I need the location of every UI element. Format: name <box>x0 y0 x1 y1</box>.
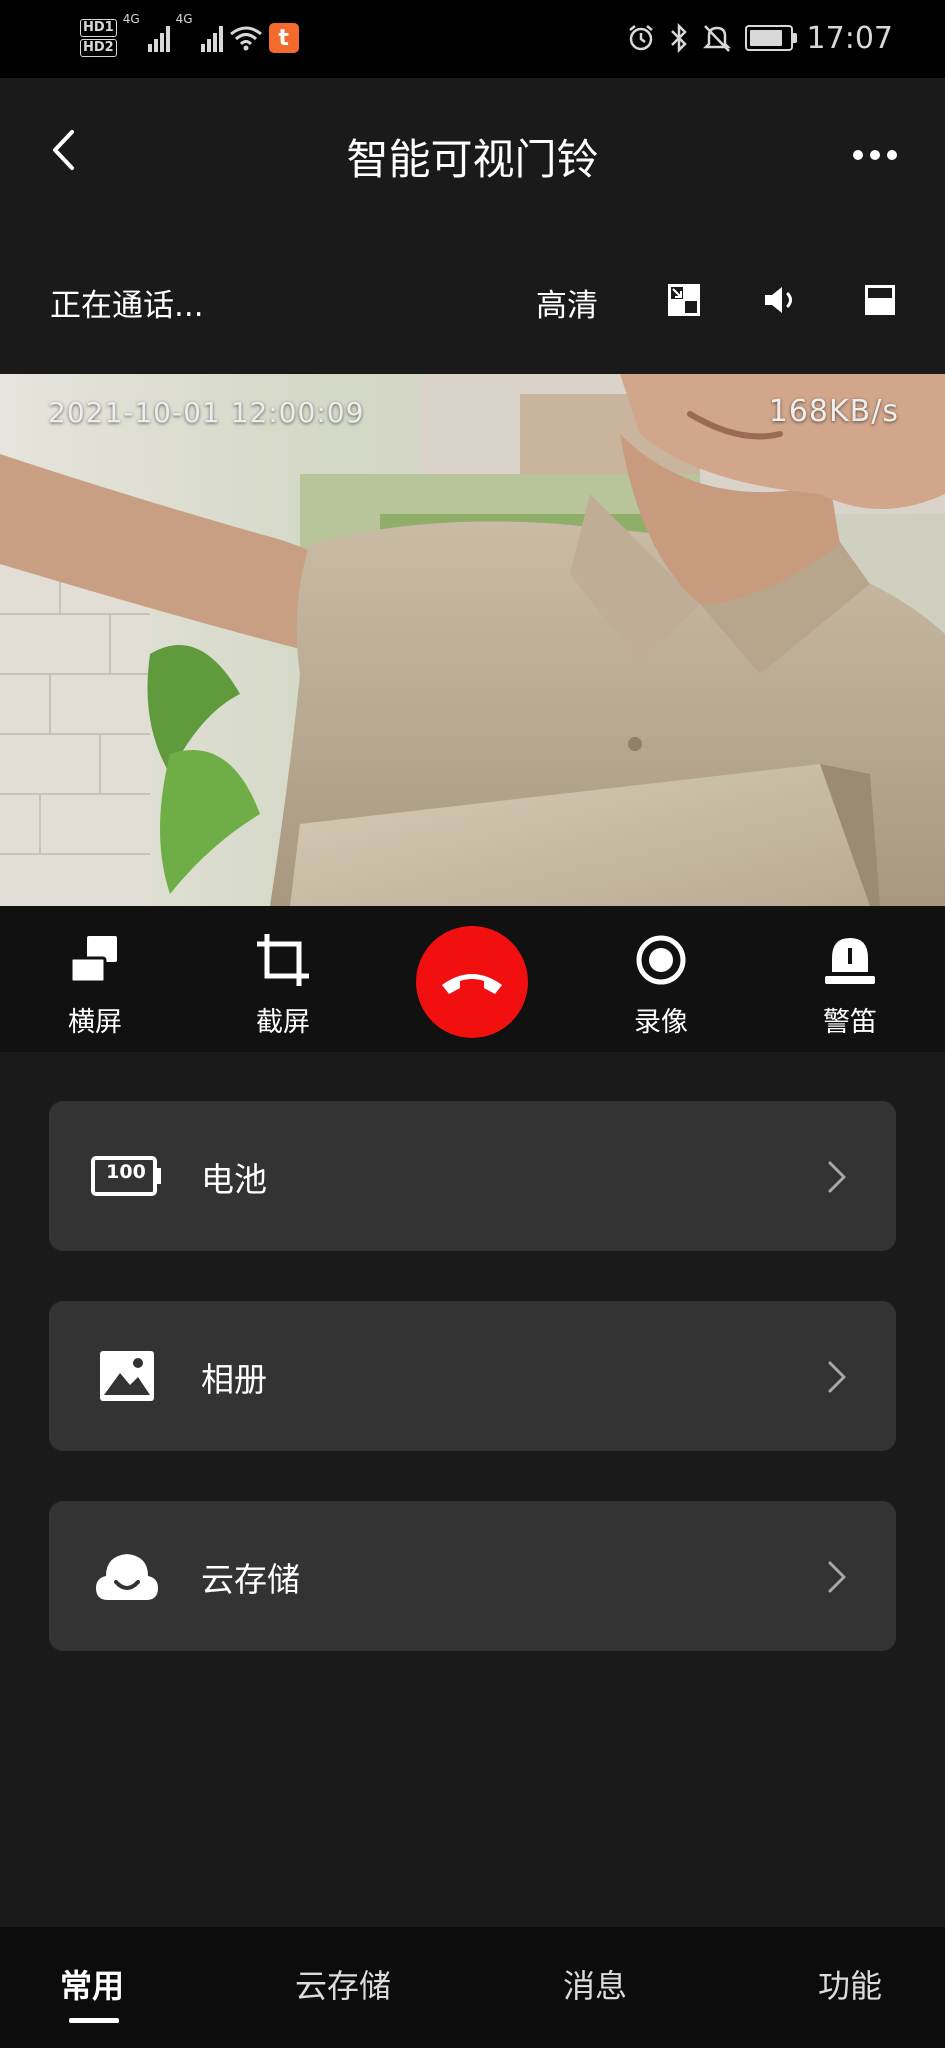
more-dots-icon <box>853 150 863 160</box>
split-screen-icon <box>668 284 700 316</box>
bluetooth-icon <box>670 23 687 53</box>
app-notification-icon: t <box>268 23 299 53</box>
hd2-badge: HD2 <box>80 39 117 57</box>
split-screen-button[interactable] <box>662 278 706 322</box>
page-title: 智能可视门铃 <box>346 135 599 184</box>
screenshot-label: 截屏 <box>256 1007 310 1038</box>
tab-cloud-storage[interactable]: 云存储 <box>295 1961 391 2007</box>
wifi-icon <box>229 26 262 51</box>
bottom-tab-bar: 常用 云存储 消息 功能 <box>0 1927 945 2048</box>
video-bitrate: 168KB/s <box>768 394 899 429</box>
signal-icon-2 <box>200 24 223 52</box>
call-toolbar: 正在通话... 高清 <box>0 228 945 374</box>
landscape-icon <box>67 932 123 988</box>
tab-features[interactable]: 功能 <box>818 1961 882 2007</box>
signal-icon <box>147 24 170 52</box>
call-status-text: 正在通话... <box>50 288 204 324</box>
status-left: HD1 HD2 4G 4G t <box>80 12 299 64</box>
status-bar: HD1 HD2 4G 4G t 17:07 <box>0 0 945 78</box>
siren-label: 警笛 <box>823 1007 877 1038</box>
speaker-icon <box>765 287 792 313</box>
battery-icon: 100 <box>91 1146 163 1206</box>
speaker-button[interactable] <box>760 278 804 322</box>
siren-button[interactable]: 警笛 <box>790 932 910 1039</box>
network-label-2: 4G <box>175 12 193 26</box>
tab-messages[interactable]: 消息 <box>563 1961 627 2007</box>
active-tab-indicator <box>69 2018 119 2023</box>
hangup-icon <box>442 974 502 994</box>
menu-item-album[interactable]: 相册 <box>49 1301 896 1451</box>
fullscreen-button[interactable] <box>858 278 902 322</box>
landscape-label: 横屏 <box>68 1007 122 1038</box>
menu-item-battery[interactable]: 100 电池 <box>49 1101 896 1251</box>
siren-icon <box>822 932 878 988</box>
status-time: 17:07 <box>806 20 893 56</box>
battery-icon <box>744 25 797 51</box>
alarm-icon <box>628 25 653 51</box>
call-controls: 横屏 截屏 录像 警笛 <box>0 906 945 1052</box>
tab-common[interactable]: 常用 <box>60 1961 124 2007</box>
quality-toggle-button[interactable]: 高清 <box>536 280 598 325</box>
mute-icon <box>702 25 731 52</box>
hangup-button[interactable] <box>416 926 528 1038</box>
landscape-button[interactable]: 横屏 <box>35 932 155 1039</box>
more-button[interactable] <box>845 130 905 180</box>
status-right: 17:07 <box>627 12 893 64</box>
cloud-storage-icon <box>91 1546 163 1606</box>
hd-badge: HD1 HD2 <box>80 18 117 58</box>
menu-item-label: 云存储 <box>201 1560 300 1599</box>
network-label: 4G <box>122 12 140 26</box>
record-label: 录像 <box>634 1007 688 1038</box>
chevron-right-icon <box>828 1561 846 1593</box>
video-frame-image <box>0 374 945 906</box>
menu-item-label: 电池 <box>201 1160 267 1199</box>
screenshot-icon <box>255 932 311 988</box>
menu-item-label: 相册 <box>201 1360 267 1399</box>
chevron-right-icon <box>828 1161 846 1193</box>
settings-menu: 100 电池 相册 云存储 <box>0 1052 945 1927</box>
battery-level-text: 100 <box>106 1161 146 1183</box>
hd1-badge: HD1 <box>80 19 117 37</box>
video-timestamp: 2021-10-01 12:00:09 <box>48 396 365 429</box>
photo-album-icon <box>91 1346 163 1406</box>
fullscreen-icon <box>865 285 895 315</box>
menu-item-cloud-storage[interactable]: 云存储 <box>49 1501 896 1651</box>
record-icon <box>633 932 689 988</box>
screenshot-button[interactable]: 截屏 <box>223 932 343 1039</box>
chevron-right-icon <box>828 1361 846 1393</box>
video-feed[interactable]: 2021-10-01 12:00:09 168KB/s <box>0 374 945 906</box>
app-header: 智能可视门铃 <box>0 78 945 228</box>
record-button[interactable]: 录像 <box>601 932 721 1039</box>
